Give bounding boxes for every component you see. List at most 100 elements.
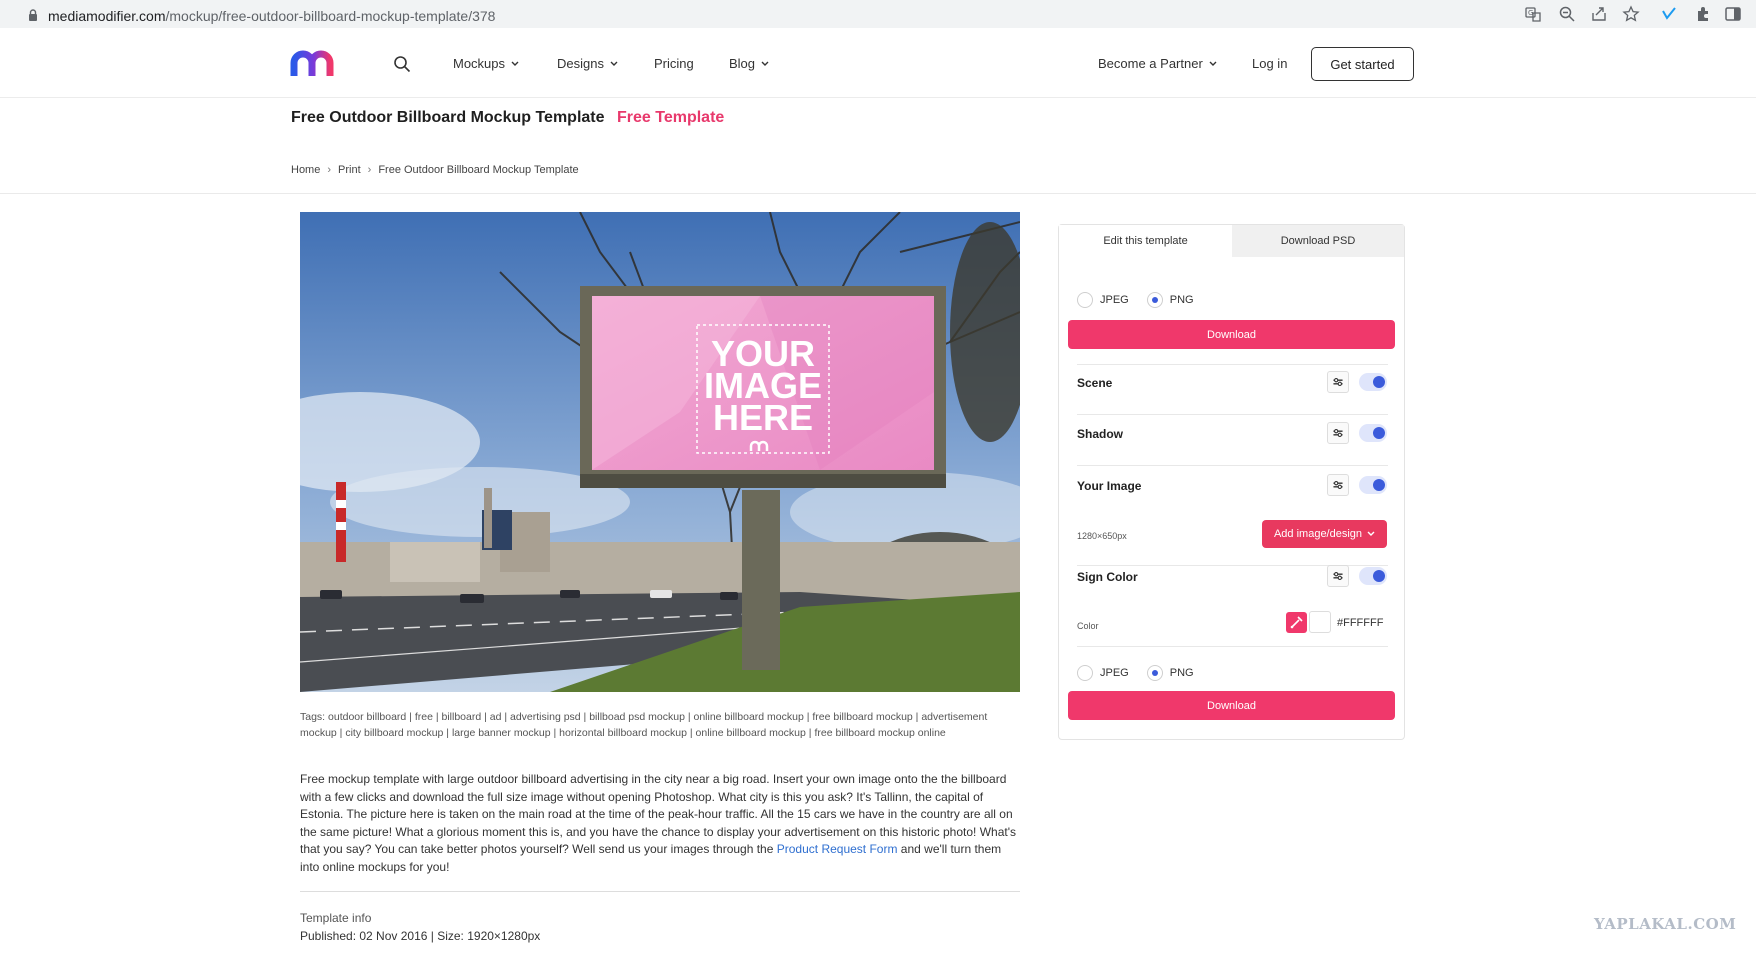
template-info-label: Template info — [300, 911, 372, 925]
template-info-details: Published: 02 Nov 2016 | Size: 1920×1280… — [300, 929, 541, 943]
tags-list: Tags: outdoor billboard | free | billboa… — [300, 711, 988, 739]
color-label: Color — [1077, 621, 1099, 631]
zoom-icon[interactable] — [1558, 5, 1576, 23]
extensions-icon[interactable] — [1694, 5, 1712, 23]
mediamodifier-logo[interactable] — [290, 48, 344, 78]
adjust-settings-icon[interactable] — [1327, 371, 1349, 393]
address-bar[interactable]: mediamodifier.com/mockup/free-outdoor-bi… — [6, 2, 1646, 26]
row-divider — [1077, 414, 1388, 415]
page-title: Free Outdoor Billboard Mockup Template — [291, 109, 605, 126]
your-image-toggle[interactable] — [1359, 476, 1387, 494]
nav-blog[interactable]: Blog — [729, 56, 769, 71]
billboard-pole — [742, 490, 780, 670]
adjust-settings-icon[interactable] — [1327, 565, 1349, 587]
chimney-band — [336, 500, 346, 508]
browser-toolbar: mediamodifier.com/mockup/free-outdoor-bi… — [0, 0, 1756, 28]
png-label: PNG — [1169, 667, 1194, 679]
format-selector-bottom: JPEG PNG — [1077, 665, 1194, 681]
tag-link[interactable]: billboard — [441, 711, 481, 723]
nav-pricing-label: Pricing — [654, 56, 694, 71]
tag-link[interactable]: city billboard mockup — [345, 727, 443, 739]
tag-link[interactable]: large banner mockup — [452, 727, 551, 739]
tag-link[interactable]: outdoor billboard — [328, 711, 406, 723]
site-header: Mockups Designs Pricing Blog Become a Pa… — [0, 28, 1756, 98]
sign-color-label: Sign Color — [1077, 570, 1138, 584]
product-request-form-link[interactable]: Product Request Form — [777, 842, 898, 856]
nav-designs[interactable]: Designs — [557, 56, 618, 71]
adjust-settings-icon[interactable] — [1327, 422, 1349, 444]
tag-link[interactable]: ad — [490, 711, 502, 723]
chevron-down-icon — [761, 61, 769, 66]
tab-edit-template[interactable]: Edit this template — [1059, 225, 1232, 257]
lock-icon — [29, 9, 37, 21]
billboard-mockup-image[interactable]: YOUR IMAGE HERE — [300, 212, 1020, 692]
tag-link[interactable]: online billboard mockup — [696, 727, 806, 739]
tag-link[interactable]: online billboard mockup — [693, 711, 803, 723]
url-path: /mockup/free-outdoor-billboard-mockup-te… — [165, 8, 496, 24]
your-image-label: Your Image — [1077, 479, 1142, 493]
nav-blog-label: Blog — [729, 56, 756, 71]
tag-link[interactable]: free billboard mockup online — [814, 727, 945, 739]
color-hex-value[interactable]: #FFFFFF — [1337, 617, 1383, 629]
adjust-settings-icon[interactable] — [1327, 474, 1349, 496]
nav-designs-label: Designs — [557, 56, 604, 71]
side-panel-icon[interactable] — [1724, 5, 1742, 23]
add-image-button[interactable]: Add image/design — [1262, 520, 1387, 548]
download-button-top[interactable]: Download — [1068, 320, 1395, 349]
nav-pricing[interactable]: Pricing — [654, 56, 694, 71]
share-icon[interactable] — [1590, 5, 1608, 23]
url-text: mediamodifier.com/mockup/free-outdoor-bi… — [48, 8, 495, 24]
building — [390, 542, 480, 582]
tab-download-psd[interactable]: Download PSD — [1232, 225, 1404, 257]
breadcrumb-separator: › — [367, 164, 372, 176]
tag-link[interactable]: free billboard mockup — [812, 711, 912, 723]
chevron-down-icon — [610, 61, 618, 66]
section-divider — [0, 193, 1756, 194]
breadcrumb-home[interactable]: Home — [291, 164, 320, 176]
tag-link[interactable]: billboad psd mockup — [589, 711, 685, 723]
tags-prefix: Tags: — [300, 711, 326, 723]
add-image-label: Add image/design — [1273, 528, 1363, 540]
color-swatch[interactable] — [1309, 611, 1331, 633]
breadcrumb: Home › Print › Free Outdoor Billboard Mo… — [291, 164, 579, 176]
jpeg-radio[interactable] — [1077, 665, 1093, 681]
png-label: PNG — [1169, 294, 1194, 306]
shadow-toggle[interactable] — [1359, 424, 1387, 442]
png-radio[interactable] — [1146, 292, 1163, 308]
translate-icon[interactable]: G — [1524, 5, 1542, 23]
chimney — [484, 488, 492, 548]
become-partner-label: Become a Partner — [1098, 56, 1203, 71]
chevron-down-icon — [1209, 61, 1217, 66]
download-button-bottom[interactable]: Download — [1068, 691, 1395, 720]
get-started-button[interactable]: Get started — [1311, 47, 1414, 81]
color-picker-icon[interactable] — [1286, 612, 1307, 633]
breadcrumb-separator: › — [327, 164, 332, 176]
shadow-label: Shadow — [1077, 427, 1124, 441]
jpeg-radio[interactable] — [1077, 292, 1093, 308]
jpeg-label: JPEG — [1100, 294, 1129, 306]
chevron-down-icon — [1367, 531, 1375, 536]
bookmark-star-icon[interactable] — [1622, 5, 1640, 23]
url-domain: mediamodifier.com — [48, 8, 166, 24]
login-label: Log in — [1252, 56, 1288, 71]
jpeg-label: JPEG — [1100, 667, 1129, 679]
tag-link[interactable]: free — [415, 711, 433, 723]
chimney-band — [336, 522, 346, 530]
image-size-text: 1280×650px — [1077, 531, 1127, 541]
breadcrumb-print[interactable]: Print — [338, 164, 361, 176]
bird-extension-icon[interactable] — [1660, 5, 1678, 23]
search-icon[interactable] — [393, 55, 411, 73]
watermark: YAPLAKAL.COM — [1594, 915, 1737, 933]
login-link[interactable]: Log in — [1252, 56, 1287, 71]
nav-mockups[interactable]: Mockups — [453, 56, 519, 71]
template-description: Free mockup template with large outdoor … — [300, 771, 1020, 877]
tag-link[interactable]: advertising psd — [510, 711, 581, 723]
scene-label: Scene — [1077, 376, 1113, 390]
nav-become-partner[interactable]: Become a Partner — [1098, 56, 1217, 71]
breadcrumb-current: Free Outdoor Billboard Mockup Template — [378, 164, 579, 176]
png-radio[interactable] — [1146, 665, 1163, 681]
sign-color-toggle[interactable] — [1359, 567, 1387, 585]
scene-toggle[interactable] — [1359, 373, 1387, 391]
tag-link[interactable]: horizontal billboard mockup — [559, 727, 687, 739]
free-template-badge: Free Template — [617, 109, 725, 126]
